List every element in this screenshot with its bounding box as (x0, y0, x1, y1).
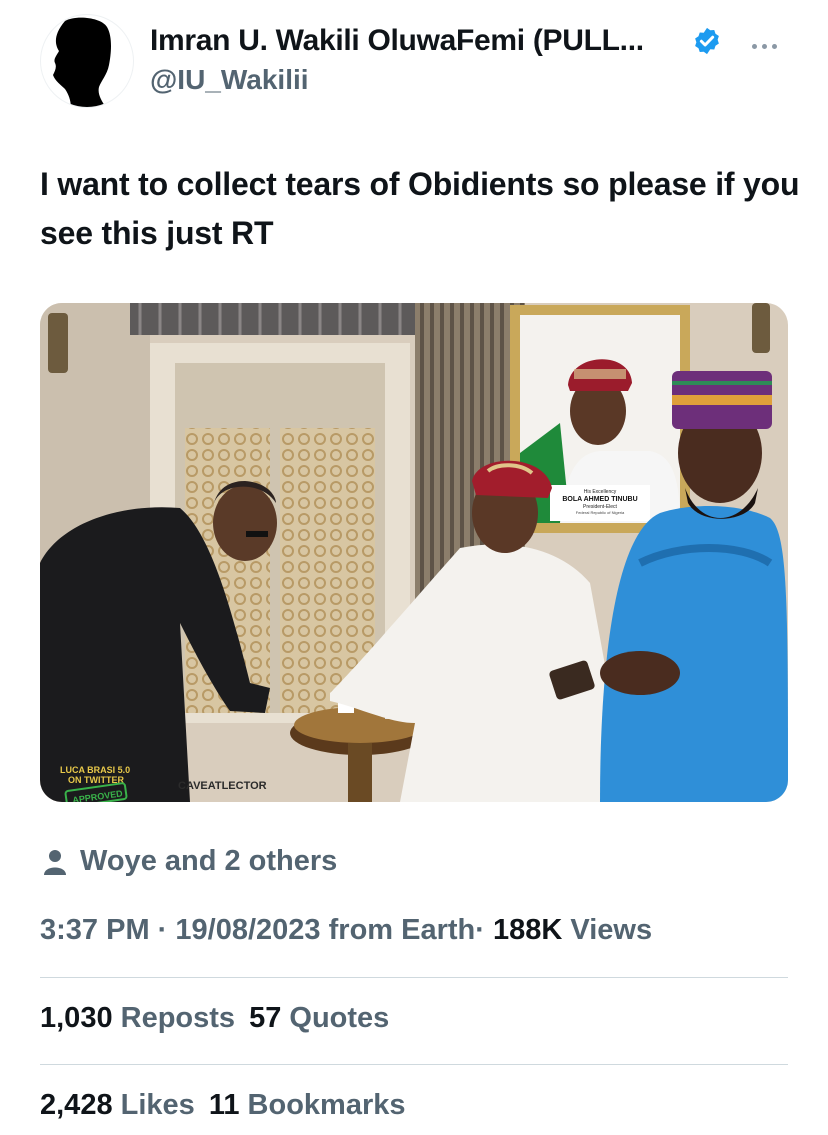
views-label: Views (570, 914, 653, 946)
meta-separator: · (157, 914, 168, 946)
likes-count: 2,428 (40, 1089, 113, 1121)
divider (40, 977, 788, 978)
verified-badge-icon (692, 26, 722, 56)
author-handle[interactable]: @IU_Wakilii (150, 64, 309, 96)
quotes-label: Quotes (289, 1002, 390, 1034)
tweet-metadata: 3:37 PM · 19/08/2023 from Earth· 188K Vi… (40, 914, 652, 947)
tweet-text: I want to collect tears of Obidients so … (40, 166, 800, 251)
reposts-link[interactable]: 1,030 Reposts (40, 1002, 235, 1034)
quotes-count: 57 (249, 1002, 282, 1034)
avatar[interactable] (40, 14, 134, 108)
social-context-text: Woye and 2 others (80, 845, 338, 877)
likes-link[interactable]: 2,428 Likes (40, 1089, 195, 1121)
person-icon (44, 849, 66, 875)
more-options-icon[interactable] (752, 36, 786, 49)
portrait-caption-name: BOLA AHMED TINUBU (562, 496, 637, 503)
tweet-photo[interactable]: His Excellency BOLA AHMED TINUBU Preside… (40, 303, 788, 802)
portrait-caption-country: Federal Republic of Nigeria (576, 510, 625, 515)
tweet-source: from Earth (328, 914, 476, 946)
author-display-name[interactable]: Imran U. Wakili OluwaFemi (PULL... (150, 24, 644, 58)
divider (40, 1064, 788, 1065)
silhouette-head-avatar (53, 17, 111, 107)
reposts-count: 1,030 (40, 1002, 113, 1034)
watermark-left-1: LUCA BRASI 5.0 (60, 765, 130, 775)
bookmarks-count: 11 (208, 1089, 240, 1121)
watermark-credit: CAVEATLECTOR (178, 780, 267, 792)
views-count: 188K (493, 914, 563, 946)
meta-separator: · (475, 914, 485, 946)
tweet-time[interactable]: 3:37 PM (40, 914, 150, 946)
tweet-date[interactable]: 19/08/2023 (175, 914, 320, 946)
portrait-caption-small: His Excellency (584, 489, 617, 495)
likes-label: Likes (120, 1089, 195, 1121)
stats-row-likes: 2,428 Likes 11 Bookmarks (40, 1089, 406, 1122)
bookmarks-label: Bookmarks (247, 1089, 406, 1121)
bookmarks-link[interactable]: 11 Bookmarks (209, 1089, 406, 1121)
stats-row-reposts: 1,030 Reposts 57 Quotes (40, 1002, 389, 1035)
social-context[interactable]: Woye and 2 others (44, 845, 337, 878)
quotes-link[interactable]: 57 Quotes (249, 1002, 389, 1034)
reposts-label: Reposts (120, 1002, 236, 1034)
